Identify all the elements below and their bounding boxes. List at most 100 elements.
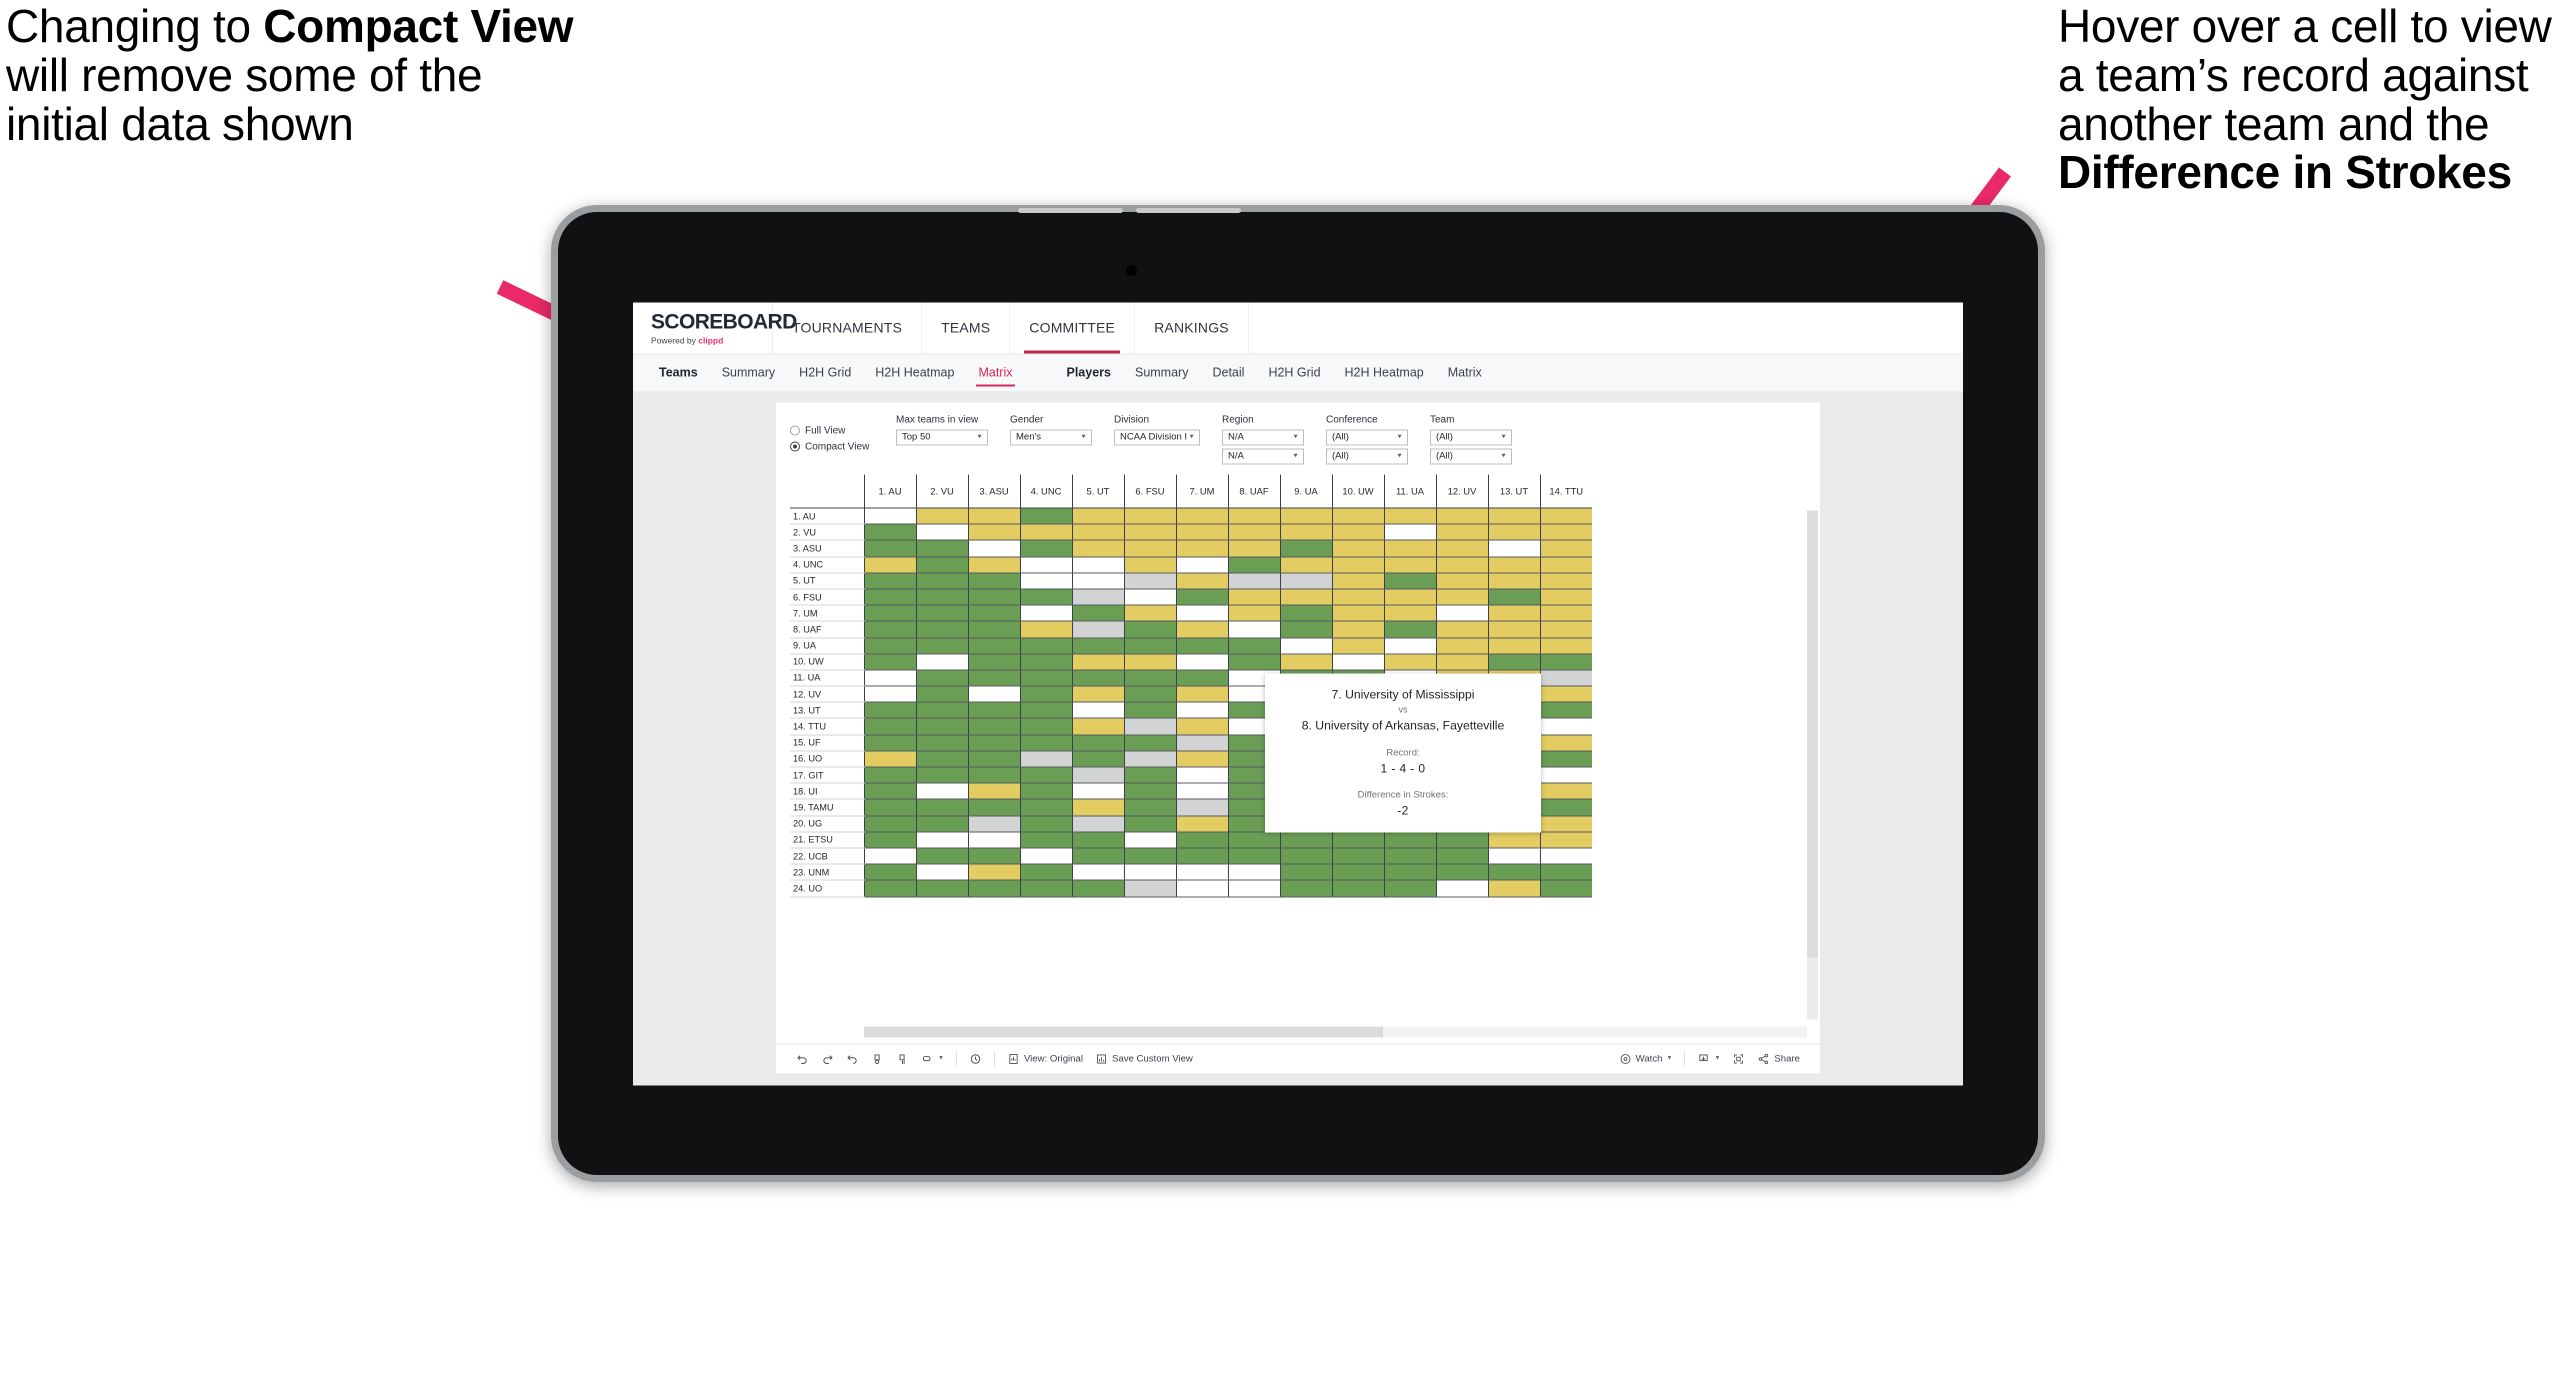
matrix-cell[interactable]: [1019, 864, 1072, 881]
matrix-cell[interactable]: [1539, 637, 1592, 655]
matrix-cell[interactable]: [1071, 605, 1124, 622]
matrix-cell[interactable]: [863, 734, 916, 752]
matrix-cell[interactable]: [1279, 653, 1332, 671]
matrix-cell[interactable]: [1175, 524, 1228, 541]
matrix-cell[interactable]: [1383, 637, 1436, 655]
watch-button[interactable]: Watch ▼: [1613, 1052, 1679, 1065]
matrix-cell[interactable]: [1331, 605, 1384, 622]
matrix-cell[interactable]: [1539, 572, 1592, 590]
matrix-cell[interactable]: [1123, 621, 1176, 639]
matrix-cell[interactable]: [1019, 588, 1072, 606]
filter-region-select-1[interactable]: N/A ▼: [1222, 429, 1304, 445]
matrix-cell[interactable]: [1123, 718, 1176, 736]
matrix-cell[interactable]: [915, 783, 968, 800]
matrix-cell[interactable]: [1175, 750, 1228, 768]
matrix-cell[interactable]: [1019, 621, 1072, 639]
matrix-cell[interactable]: [1175, 653, 1228, 671]
matrix-cell[interactable]: [1331, 524, 1384, 541]
matrix-cell[interactable]: [1175, 847, 1228, 865]
matrix-cell[interactable]: [967, 556, 1020, 574]
matrix-cell[interactable]: [1227, 540, 1280, 558]
radio-full-view[interactable]: Full View: [790, 425, 874, 436]
matrix-cell[interactable]: [915, 686, 968, 703]
matrix-cell[interactable]: [1123, 783, 1176, 800]
matrix-cell[interactable]: [863, 605, 916, 622]
matrix-cell[interactable]: [1539, 831, 1592, 849]
matrix-cell[interactable]: [915, 815, 968, 833]
matrix-cell[interactable]: [1331, 572, 1384, 590]
matrix-cell[interactable]: [863, 508, 916, 525]
matrix-cell[interactable]: [1071, 718, 1124, 736]
matrix-cell[interactable]: [1175, 669, 1228, 687]
matrix-cell[interactable]: [1071, 750, 1124, 768]
matrix-cell[interactable]: [1019, 880, 1072, 898]
matrix-cell[interactable]: [1019, 686, 1072, 703]
matrix-cell[interactable]: [1123, 653, 1176, 671]
tab-players-detail[interactable]: Detail: [1200, 354, 1256, 392]
matrix-cell[interactable]: [1331, 637, 1384, 655]
matrix-cell[interactable]: [915, 540, 968, 558]
matrix-cell[interactable]: [915, 653, 968, 671]
matrix-vertical-scrollbar[interactable]: [1807, 510, 1818, 1019]
matrix-cell[interactable]: [1019, 847, 1072, 865]
matrix-cell[interactable]: [1331, 864, 1384, 881]
matrix-cell[interactable]: [1019, 767, 1072, 784]
matrix-cell[interactable]: [1383, 556, 1436, 574]
matrix-cell[interactable]: [967, 588, 1020, 606]
matrix-cell[interactable]: [1435, 880, 1488, 898]
matrix-cell[interactable]: [1383, 621, 1436, 639]
pause-icon[interactable]: [890, 1052, 915, 1065]
matrix-cell[interactable]: [863, 831, 916, 849]
matrix-cell[interactable]: [1019, 831, 1072, 849]
matrix-cell[interactable]: [863, 556, 916, 574]
matrix-cell[interactable]: [1019, 653, 1072, 671]
matrix-cell[interactable]: [1123, 686, 1176, 703]
matrix-cell[interactable]: [1227, 653, 1280, 671]
matrix-cell[interactable]: [1071, 653, 1124, 671]
matrix-cell[interactable]: [1175, 588, 1228, 606]
highlight-icon[interactable]: ▼: [915, 1052, 950, 1065]
matrix-cell[interactable]: [967, 847, 1020, 865]
matrix-cell[interactable]: [915, 799, 968, 817]
matrix-cell[interactable]: [1175, 621, 1228, 639]
matrix-cell[interactable]: [1019, 815, 1072, 833]
matrix-cell[interactable]: [1383, 540, 1436, 558]
matrix-cell[interactable]: [915, 864, 968, 881]
matrix-cell[interactable]: [1435, 524, 1488, 541]
matrix-cell[interactable]: [967, 605, 1020, 622]
matrix-cell[interactable]: [967, 734, 1020, 752]
matrix-cell[interactable]: [1539, 767, 1592, 784]
matrix-cell[interactable]: [1539, 686, 1592, 703]
matrix-cell[interactable]: [967, 831, 1020, 849]
matrix-cell[interactable]: [1331, 880, 1384, 898]
matrix-cell[interactable]: [1383, 588, 1436, 606]
matrix-cell[interactable]: [1071, 508, 1124, 525]
matrix-cell[interactable]: [1487, 864, 1540, 881]
matrix-cell[interactable]: [1071, 572, 1124, 590]
matrix-cell[interactable]: [1227, 556, 1280, 574]
matrix-cell[interactable]: [967, 637, 1020, 655]
filter-division-select[interactable]: NCAA Division I ▼: [1114, 429, 1200, 445]
matrix-cell[interactable]: [1279, 621, 1332, 639]
tab-teams-h2h-heatmap[interactable]: H2H Heatmap: [863, 354, 966, 392]
matrix-cell[interactable]: [1435, 556, 1488, 574]
matrix-cell[interactable]: [967, 767, 1020, 784]
share-button[interactable]: Share: [1751, 1052, 1806, 1065]
matrix-cell[interactable]: [1019, 540, 1072, 558]
revert-icon[interactable]: [840, 1052, 865, 1065]
matrix-cell[interactable]: [915, 572, 968, 590]
matrix-cell[interactable]: [1487, 880, 1540, 898]
matrix-cell[interactable]: [1279, 524, 1332, 541]
matrix-cell[interactable]: [967, 653, 1020, 671]
matrix-cell[interactable]: [1019, 734, 1072, 752]
matrix-cell[interactable]: [1539, 669, 1592, 687]
matrix-cell[interactable]: [1487, 637, 1540, 655]
matrix-cell[interactable]: [863, 799, 916, 817]
matrix-cell[interactable]: [1071, 669, 1124, 687]
matrix-cell[interactable]: [1279, 831, 1332, 849]
view-original-button[interactable]: View: Original: [1001, 1052, 1089, 1065]
matrix-cell[interactable]: [1123, 524, 1176, 541]
matrix-cell[interactable]: [1539, 880, 1592, 898]
matrix-cell[interactable]: [1019, 572, 1072, 590]
matrix-cell[interactable]: [1123, 880, 1176, 898]
